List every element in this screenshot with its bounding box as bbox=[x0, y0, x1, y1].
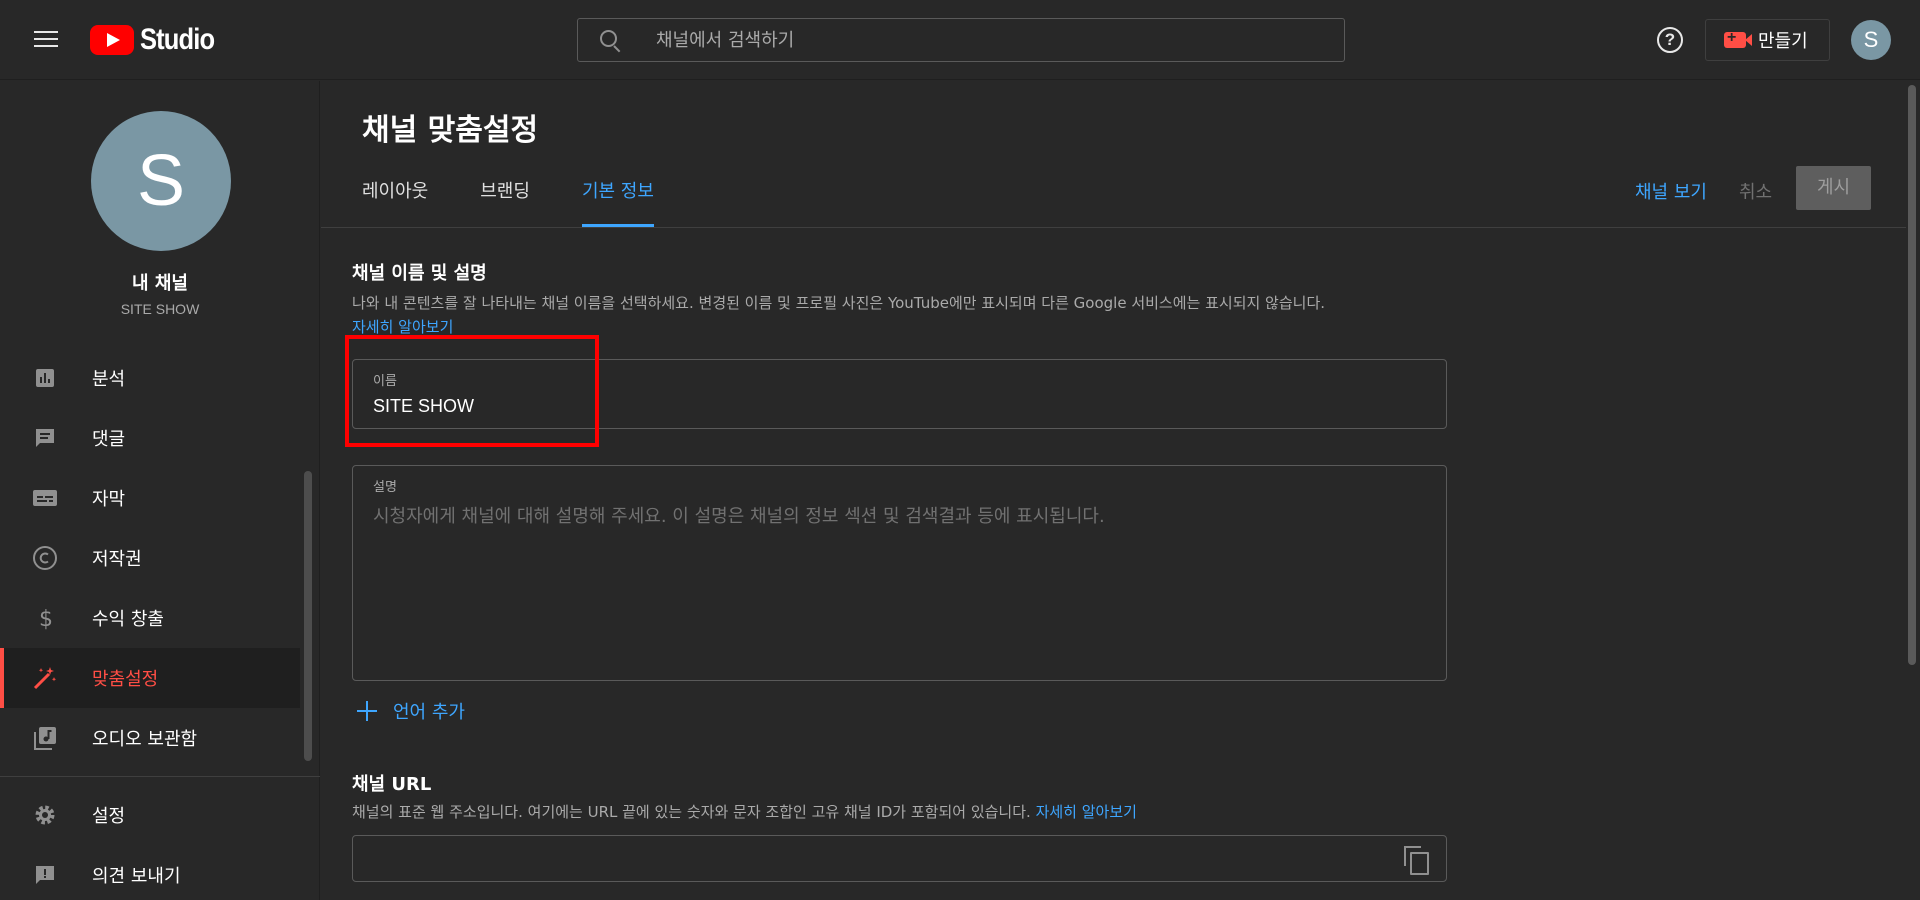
name-section-description-text: 나와 내 콘텐츠를 잘 나타내는 채널 이름을 선택하세요. 변경된 이름 및 … bbox=[352, 294, 1326, 312]
logo-text: Studio bbox=[140, 23, 215, 56]
sidebar-item-label: 자막 bbox=[92, 489, 126, 510]
sidebar-item-label: 분석 bbox=[92, 369, 126, 390]
add-language-button[interactable]: 언어 추가 bbox=[355, 698, 465, 724]
sidebar-item-label: 오디오 보관함 bbox=[92, 729, 198, 750]
sidebar-item-subtitles[interactable]: 자막 bbox=[0, 468, 300, 528]
cancel-button[interactable]: 취소 bbox=[1739, 178, 1772, 204]
page-title: 채널 맞춤설정 bbox=[362, 113, 539, 148]
customization-icon bbox=[31, 664, 59, 692]
sidebar-divider bbox=[0, 776, 320, 777]
subtitles-icon bbox=[31, 484, 59, 512]
account-avatar[interactable]: S bbox=[1851, 20, 1891, 60]
channel-title: 내 채널 bbox=[132, 273, 188, 294]
top-header: Studio ? 만들기 S bbox=[0, 0, 1920, 80]
description-field-label: 설명 bbox=[373, 480, 397, 495]
audio-library-icon bbox=[31, 724, 59, 752]
search-bar[interactable] bbox=[577, 18, 1345, 62]
channel-handle: SITE SHOW bbox=[120, 301, 200, 317]
sidebar-item-feedback[interactable]: 의견 보내기 bbox=[0, 845, 300, 900]
sidebar-item-customization[interactable]: 맞춤설정 bbox=[0, 648, 300, 708]
sidebar: S 내 채널 SITE SHOW 분석 댓글 자막 저작권 $ 수익 창출 맞춤… bbox=[0, 81, 320, 900]
create-label: 만들기 bbox=[1758, 31, 1808, 52]
description-field[interactable]: 설명 시청자에게 채널에 대해 설명해 주세요. 이 설명은 채널의 정보 섹션… bbox=[352, 465, 1447, 681]
learn-more-link[interactable]: 자세히 알아보기 bbox=[352, 318, 453, 336]
tabs-divider bbox=[321, 227, 1906, 228]
tab-branding[interactable]: 브랜딩 bbox=[480, 177, 530, 227]
sidebar-item-label: 맞춤설정 bbox=[92, 669, 159, 690]
sidebar-item-label: 수익 창출 bbox=[92, 609, 164, 630]
main-content: 채널 맞춤설정 레이아웃 브랜딩 기본 정보 채널 보기 취소 게시 채널 이름… bbox=[321, 81, 1920, 900]
feedback-icon bbox=[31, 861, 59, 889]
tab-layout[interactable]: 레이아웃 bbox=[362, 177, 428, 227]
create-video-icon bbox=[1724, 29, 1752, 48]
sidebar-item-label: 설정 bbox=[92, 806, 126, 827]
sidebar-item-audio-library[interactable]: 오디오 보관함 bbox=[0, 708, 300, 768]
publish-button[interactable]: 게시 bbox=[1796, 166, 1871, 210]
description-field-placeholder[interactable]: 시청자에게 채널에 대해 설명해 주세요. 이 설명은 채널의 정보 섹션 및 … bbox=[373, 502, 1105, 528]
url-learn-more-link[interactable]: 자세히 알아보기 bbox=[1036, 803, 1137, 821]
comments-icon bbox=[31, 424, 59, 452]
sidebar-item-analytics[interactable]: 분석 bbox=[0, 348, 300, 408]
sidebar-nav: 분석 댓글 자막 저작권 $ 수익 창출 맞춤설정 오디오 보관함 설정 의견 … bbox=[0, 348, 320, 900]
hamburger-menu-icon[interactable] bbox=[28, 26, 64, 54]
sidebar-item-copyright[interactable]: 저작권 bbox=[0, 528, 300, 588]
sidebar-item-label: 의견 보내기 bbox=[92, 866, 181, 887]
search-input[interactable] bbox=[628, 29, 1344, 51]
sidebar-item-label: 댓글 bbox=[92, 429, 126, 450]
copy-icon[interactable] bbox=[1402, 844, 1430, 875]
tab-basic-info[interactable]: 기본 정보 bbox=[581, 177, 654, 227]
url-section-title: 채널 URL bbox=[352, 774, 432, 795]
tab-bar: 레이아웃 브랜딩 기본 정보 bbox=[362, 177, 706, 227]
settings-icon bbox=[31, 801, 59, 829]
name-section-description: 나와 내 콘텐츠를 잘 나타내는 채널 이름을 선택하세요. 변경된 이름 및 … bbox=[352, 291, 1482, 339]
add-language-label: 언어 추가 bbox=[393, 702, 465, 723]
search-icon[interactable] bbox=[578, 18, 628, 62]
sidebar-item-label: 저작권 bbox=[92, 549, 142, 570]
studio-logo[interactable]: Studio bbox=[90, 22, 227, 58]
name-section-title: 채널 이름 및 설명 bbox=[352, 263, 487, 284]
url-section-description: 채널의 표준 웹 주소입니다. 여기에는 URL 끝에 있는 숫자와 문자 조합… bbox=[352, 801, 1137, 822]
name-field-label: 이름 bbox=[373, 374, 397, 389]
name-field-value[interactable]: SITE SHOW bbox=[373, 396, 474, 417]
sidebar-item-monetization[interactable]: $ 수익 창출 bbox=[0, 588, 300, 648]
name-field[interactable]: 이름 SITE SHOW bbox=[352, 359, 1447, 429]
monetization-icon: $ bbox=[31, 604, 59, 632]
url-section-description-text: 채널의 표준 웹 주소입니다. 여기에는 URL 끝에 있는 숫자와 문자 조합… bbox=[352, 803, 1031, 821]
sidebar-item-settings[interactable]: 설정 bbox=[0, 785, 300, 845]
youtube-play-icon bbox=[90, 25, 134, 55]
channel-url-field[interactable] bbox=[352, 835, 1447, 882]
copyright-icon bbox=[31, 544, 59, 572]
svg-text:$: $ bbox=[39, 607, 53, 631]
main-scrollbar[interactable] bbox=[1908, 85, 1916, 665]
create-button[interactable]: 만들기 bbox=[1705, 19, 1830, 61]
help-icon[interactable]: ? bbox=[1657, 27, 1683, 53]
analytics-icon bbox=[31, 364, 59, 392]
view-channel-link[interactable]: 채널 보기 bbox=[1635, 178, 1707, 204]
channel-avatar[interactable]: S bbox=[91, 111, 231, 251]
sidebar-item-comments[interactable]: 댓글 bbox=[0, 408, 300, 468]
sidebar-scrollbar[interactable] bbox=[304, 471, 312, 761]
plus-icon bbox=[355, 699, 379, 723]
